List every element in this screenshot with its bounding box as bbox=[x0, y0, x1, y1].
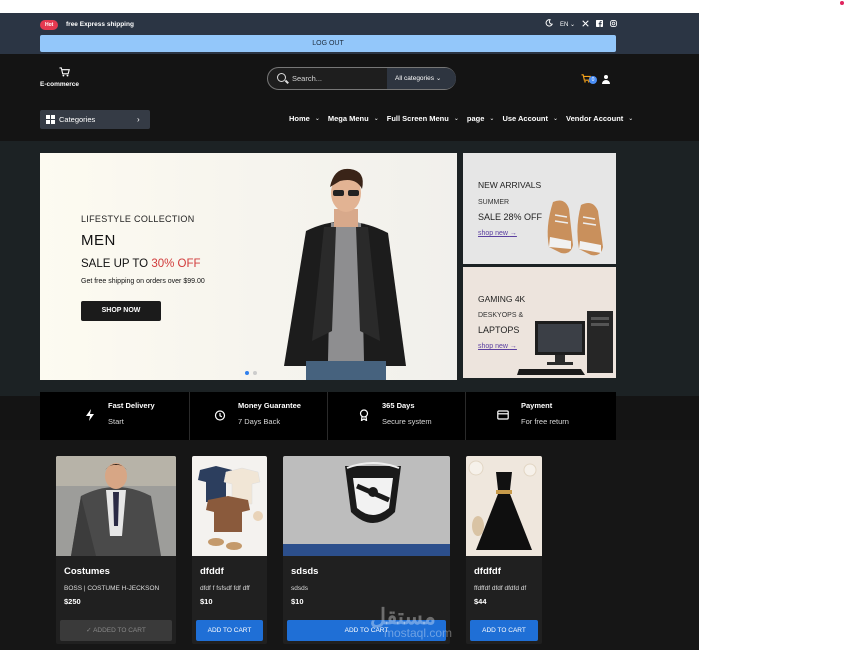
promo-card-gaming[interactable]: GAMING 4K DESKYOPS & LAPTOPS shop new → bbox=[463, 267, 616, 378]
product-image bbox=[466, 456, 542, 556]
language-select[interactable]: EN ⌄ bbox=[560, 20, 575, 31]
feature-money-guarantee: Money Guarantee 7 Days Back bbox=[190, 392, 328, 440]
search-icon bbox=[277, 73, 286, 82]
added-to-cart-button[interactable]: ✓ ADDED TO CART bbox=[60, 620, 172, 641]
logo-name: E-commerce bbox=[40, 81, 80, 88]
product-card[interactable]: dfdfdf ffdffdf dfdf dfdfd df $44 ADD TO … bbox=[466, 456, 542, 644]
add-to-cart-button[interactable]: ADD TO CART bbox=[196, 620, 263, 641]
nav-row: Categories › Home ⌄ Mega Menu ⌄ Full Scree… bbox=[0, 106, 699, 141]
feature-365-days: 365 Days Secure system bbox=[328, 392, 466, 440]
features-strip: Fast Delivery Start Money Guarantee 7 Da… bbox=[40, 392, 616, 440]
product-desc: dfdf f fsfsdf fdf dff bbox=[200, 585, 250, 592]
product-image bbox=[56, 456, 176, 556]
search-bar: All categories ⌄ bbox=[267, 67, 456, 90]
product-name: sdsds bbox=[291, 566, 319, 577]
arrow-right-icon: → bbox=[509, 343, 517, 350]
product-name: dfdfdf bbox=[474, 566, 501, 577]
top-bar: Hot free Express shipping EN ⌄ LOG OUT bbox=[0, 13, 699, 54]
page: Hot free Express shipping EN ⌄ LOG OUT E bbox=[0, 13, 699, 650]
slider-dot[interactable] bbox=[253, 371, 257, 375]
logout-button[interactable]: LOG OUT bbox=[40, 35, 616, 52]
grid-icon bbox=[46, 115, 55, 124]
add-to-cart-button[interactable]: ADD TO CART bbox=[470, 620, 538, 641]
desktop-computer-image bbox=[517, 311, 613, 375]
cart-count-badge: 0 bbox=[589, 76, 597, 84]
x-icon[interactable] bbox=[582, 19, 589, 32]
top-icons: EN ⌄ bbox=[545, 19, 617, 32]
main-nav: Home ⌄ Mega Menu ⌄ Full Screen Menu ⌄ page ⌄… bbox=[289, 114, 633, 123]
nav-item-home[interactable]: Home ⌄ bbox=[289, 114, 320, 123]
hero-slider[interactable]: LIFESTYLE COLLECTION MEN SALE UP TO 30% … bbox=[40, 153, 457, 380]
hero-sale: SALE UP TO 30% OFF bbox=[81, 258, 201, 270]
product-price: $10 bbox=[291, 597, 304, 606]
product-card[interactable]: Costumes BOSS | COSTUME H-JECKSON $250 ✓… bbox=[56, 456, 176, 644]
product-image bbox=[283, 456, 450, 556]
header: E-commerce All categories ⌄ 0 bbox=[0, 54, 699, 106]
hero-kicker: LIFESTYLE COLLECTION bbox=[81, 214, 195, 224]
nav-item-mega-menu[interactable]: Mega Menu ⌄ bbox=[328, 114, 379, 123]
chevron-right-icon: › bbox=[137, 115, 140, 124]
hero-title: MEN bbox=[81, 232, 116, 249]
feature-payment: Payment For free return bbox=[466, 392, 616, 440]
award-icon bbox=[359, 409, 369, 421]
slider-dots bbox=[245, 371, 257, 375]
chevron-down-icon: ⌄ bbox=[373, 116, 379, 122]
chevron-down-icon: ⌄ bbox=[628, 116, 634, 122]
feature-fast-delivery: Fast Delivery Start bbox=[40, 392, 190, 440]
product-card[interactable]: dfddf dfdf f fsfsdf fdf dff $10 ADD TO C… bbox=[192, 456, 267, 644]
chevron-down-icon: ⌄ bbox=[489, 116, 495, 122]
shop-now-button[interactable]: SHOP NOW bbox=[81, 301, 161, 321]
categories-button[interactable]: Categories › bbox=[40, 110, 150, 129]
hero-shipping-note: Get free shipping on orders over $99.00 bbox=[81, 278, 205, 285]
moon-icon[interactable] bbox=[545, 19, 553, 32]
hero-model-image bbox=[284, 168, 406, 380]
nav-item-page[interactable]: page ⌄ bbox=[467, 114, 495, 123]
product-desc: sdsds bbox=[291, 585, 308, 592]
promo-card-new-arrivals[interactable]: NEW ARRIVALS SUMMER SALE 28% OFF shop ne… bbox=[463, 153, 616, 264]
chevron-down-icon: ⌄ bbox=[453, 116, 459, 122]
chevron-down-icon: ⌄ bbox=[314, 116, 320, 122]
product-name: Costumes bbox=[64, 566, 110, 577]
card-icon bbox=[497, 410, 509, 420]
shop-new-link[interactable]: shop new → bbox=[478, 230, 517, 237]
nav-item-vendor-account[interactable]: Vendor Account ⌄ bbox=[566, 114, 633, 123]
search-input[interactable] bbox=[292, 71, 384, 86]
chevron-down-icon: ⌄ bbox=[435, 75, 442, 82]
facebook-icon[interactable] bbox=[596, 19, 604, 32]
clock-icon bbox=[214, 410, 226, 421]
instagram-icon[interactable] bbox=[610, 19, 617, 32]
promo-text: free Express shipping bbox=[66, 21, 134, 28]
product-price: $10 bbox=[200, 597, 213, 606]
product-image bbox=[192, 456, 267, 556]
sneakers-image bbox=[547, 200, 603, 256]
product-price: $44 bbox=[474, 597, 487, 606]
product-price: $250 bbox=[64, 597, 81, 606]
hot-badge: Hot bbox=[40, 20, 59, 30]
watermark: مستقل mostaql.com bbox=[370, 604, 453, 640]
bolt-icon bbox=[86, 409, 94, 421]
chevron-down-icon: ⌄ bbox=[553, 116, 559, 122]
category-select[interactable]: All categories ⌄ bbox=[387, 68, 456, 89]
shop-new-link[interactable]: shop new → bbox=[478, 343, 517, 350]
logo[interactable]: E-commerce bbox=[40, 67, 79, 88]
product-desc: ffdffdf dfdf dfdfd df bbox=[474, 585, 527, 592]
nav-item-use-account[interactable]: Use Account ⌄ bbox=[502, 114, 558, 123]
product-name: dfddf bbox=[200, 566, 224, 577]
user-icon[interactable] bbox=[602, 75, 610, 84]
arrow-right-icon: → bbox=[509, 230, 517, 237]
corner-dot bbox=[840, 1, 844, 5]
logo-cart-icon bbox=[50, 67, 79, 80]
product-desc: BOSS | COSTUME H-JECKSON bbox=[64, 585, 160, 592]
slider-dot[interactable] bbox=[245, 371, 249, 375]
nav-item-full-screen-menu[interactable]: Full Screen Menu ⌄ bbox=[387, 114, 459, 123]
